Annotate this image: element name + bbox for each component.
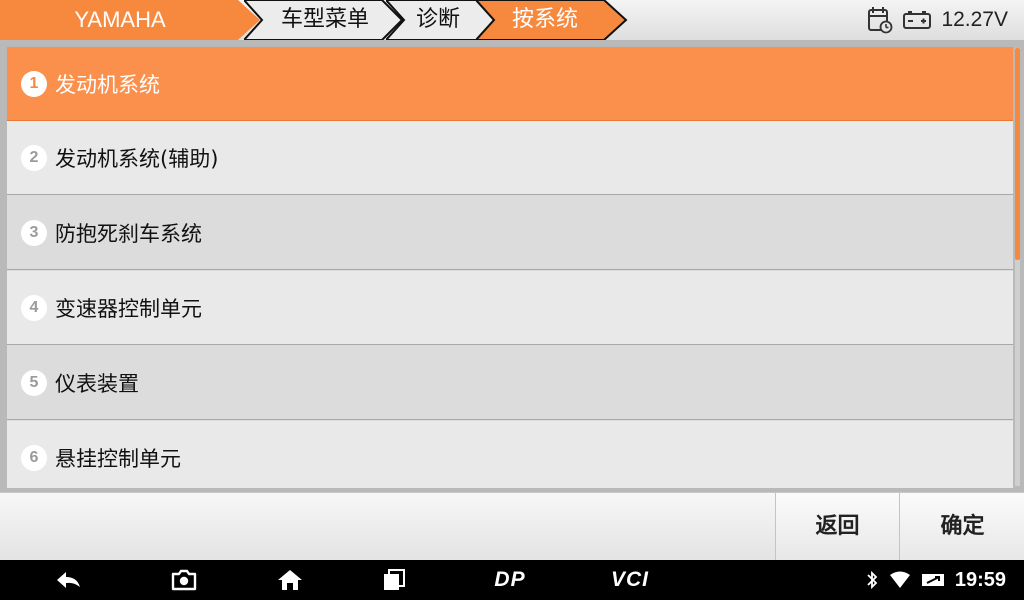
- list-item-abs[interactable]: 3 防抱死刹车系统: [7, 196, 1013, 270]
- item-label: 悬挂控制单元: [55, 447, 181, 471]
- home-icon: [278, 570, 302, 590]
- breadcrumb-label: 车型菜单: [280, 7, 369, 32]
- item-number: 4: [21, 294, 47, 321]
- network-icon: [921, 574, 944, 586]
- scrollbar[interactable]: [1015, 48, 1020, 486]
- breadcrumb-yamaha[interactable]: YAMAHA: [0, 0, 262, 40]
- item-label: 防抱死刹车系统: [55, 221, 202, 246]
- dp-label: DP: [494, 568, 526, 591]
- clock: 19:59: [954, 568, 1006, 591]
- item-number: 6: [21, 445, 47, 471]
- system-list-panel: 1 发动机系统 2 发动机系统(辅助) 3 防抱死刹车系统 4 变速器控制单元 …: [0, 40, 1024, 492]
- battery-icon: [903, 11, 932, 29]
- screenshot-nav[interactable]: [162, 560, 206, 600]
- breadcrumb-label: 按系统: [511, 7, 578, 32]
- home-nav[interactable]: [268, 560, 312, 600]
- action-bar: 返回 确定: [0, 492, 1024, 561]
- system-tray: 19:59: [865, 560, 1006, 600]
- header-bar: YAMAHA 车型菜单 诊断 按系统 12.27V: [0, 0, 1024, 41]
- item-label: 发动机系统: [55, 72, 160, 97]
- item-number: 5: [21, 369, 47, 396]
- camera-icon: [171, 569, 197, 591]
- breadcrumb-by-system[interactable]: 按系统: [476, 0, 628, 40]
- calendar-icon[interactable]: [867, 6, 893, 34]
- back-button[interactable]: 返回: [775, 493, 899, 561]
- item-label: 变速器控制单元: [55, 296, 202, 321]
- recent-apps-nav[interactable]: [372, 560, 416, 600]
- confirm-button[interactable]: 确定: [899, 493, 1024, 561]
- status-area: 12.27V: [867, 0, 1008, 40]
- item-number: 3: [21, 219, 47, 246]
- breadcrumb-label: YAMAHA: [74, 7, 166, 32]
- item-label: 仪表装置: [55, 371, 139, 396]
- vci-label: VCI: [610, 568, 649, 591]
- list-item-transmission[interactable]: 4 变速器控制单元: [7, 271, 1013, 345]
- list-item-engine-aux[interactable]: 2 发动机系统(辅助): [7, 121, 1013, 195]
- system-nav-bar: DP VCI 19:59: [0, 560, 1024, 600]
- recent-apps-icon: [384, 569, 405, 590]
- wifi-icon: [889, 571, 910, 588]
- item-number: 1: [21, 70, 47, 97]
- scrollbar-thumb[interactable]: [1015, 48, 1020, 260]
- system-list[interactable]: 1 发动机系统 2 发动机系统(辅助) 3 防抱死刹车系统 4 变速器控制单元 …: [7, 47, 1013, 488]
- item-label: 发动机系统(辅助): [55, 146, 219, 171]
- back-nav[interactable]: [46, 560, 90, 600]
- vci-nav[interactable]: VCI: [600, 560, 660, 600]
- breadcrumb-label: 诊断: [415, 7, 460, 32]
- back-arrow-icon: [57, 572, 80, 588]
- voltage-readout: 12.27V: [941, 8, 1008, 31]
- item-number: 2: [21, 144, 47, 171]
- dp-nav[interactable]: DP: [480, 560, 540, 600]
- list-item-engine-system[interactable]: 1 发动机系统: [7, 47, 1013, 121]
- list-item-instrument[interactable]: 5 仪表装置: [7, 346, 1013, 420]
- list-item-suspension[interactable]: 6 悬挂控制单元: [7, 421, 1013, 488]
- breadcrumb-model-menu[interactable]: 车型菜单: [244, 0, 404, 40]
- bluetooth-icon: [867, 570, 878, 590]
